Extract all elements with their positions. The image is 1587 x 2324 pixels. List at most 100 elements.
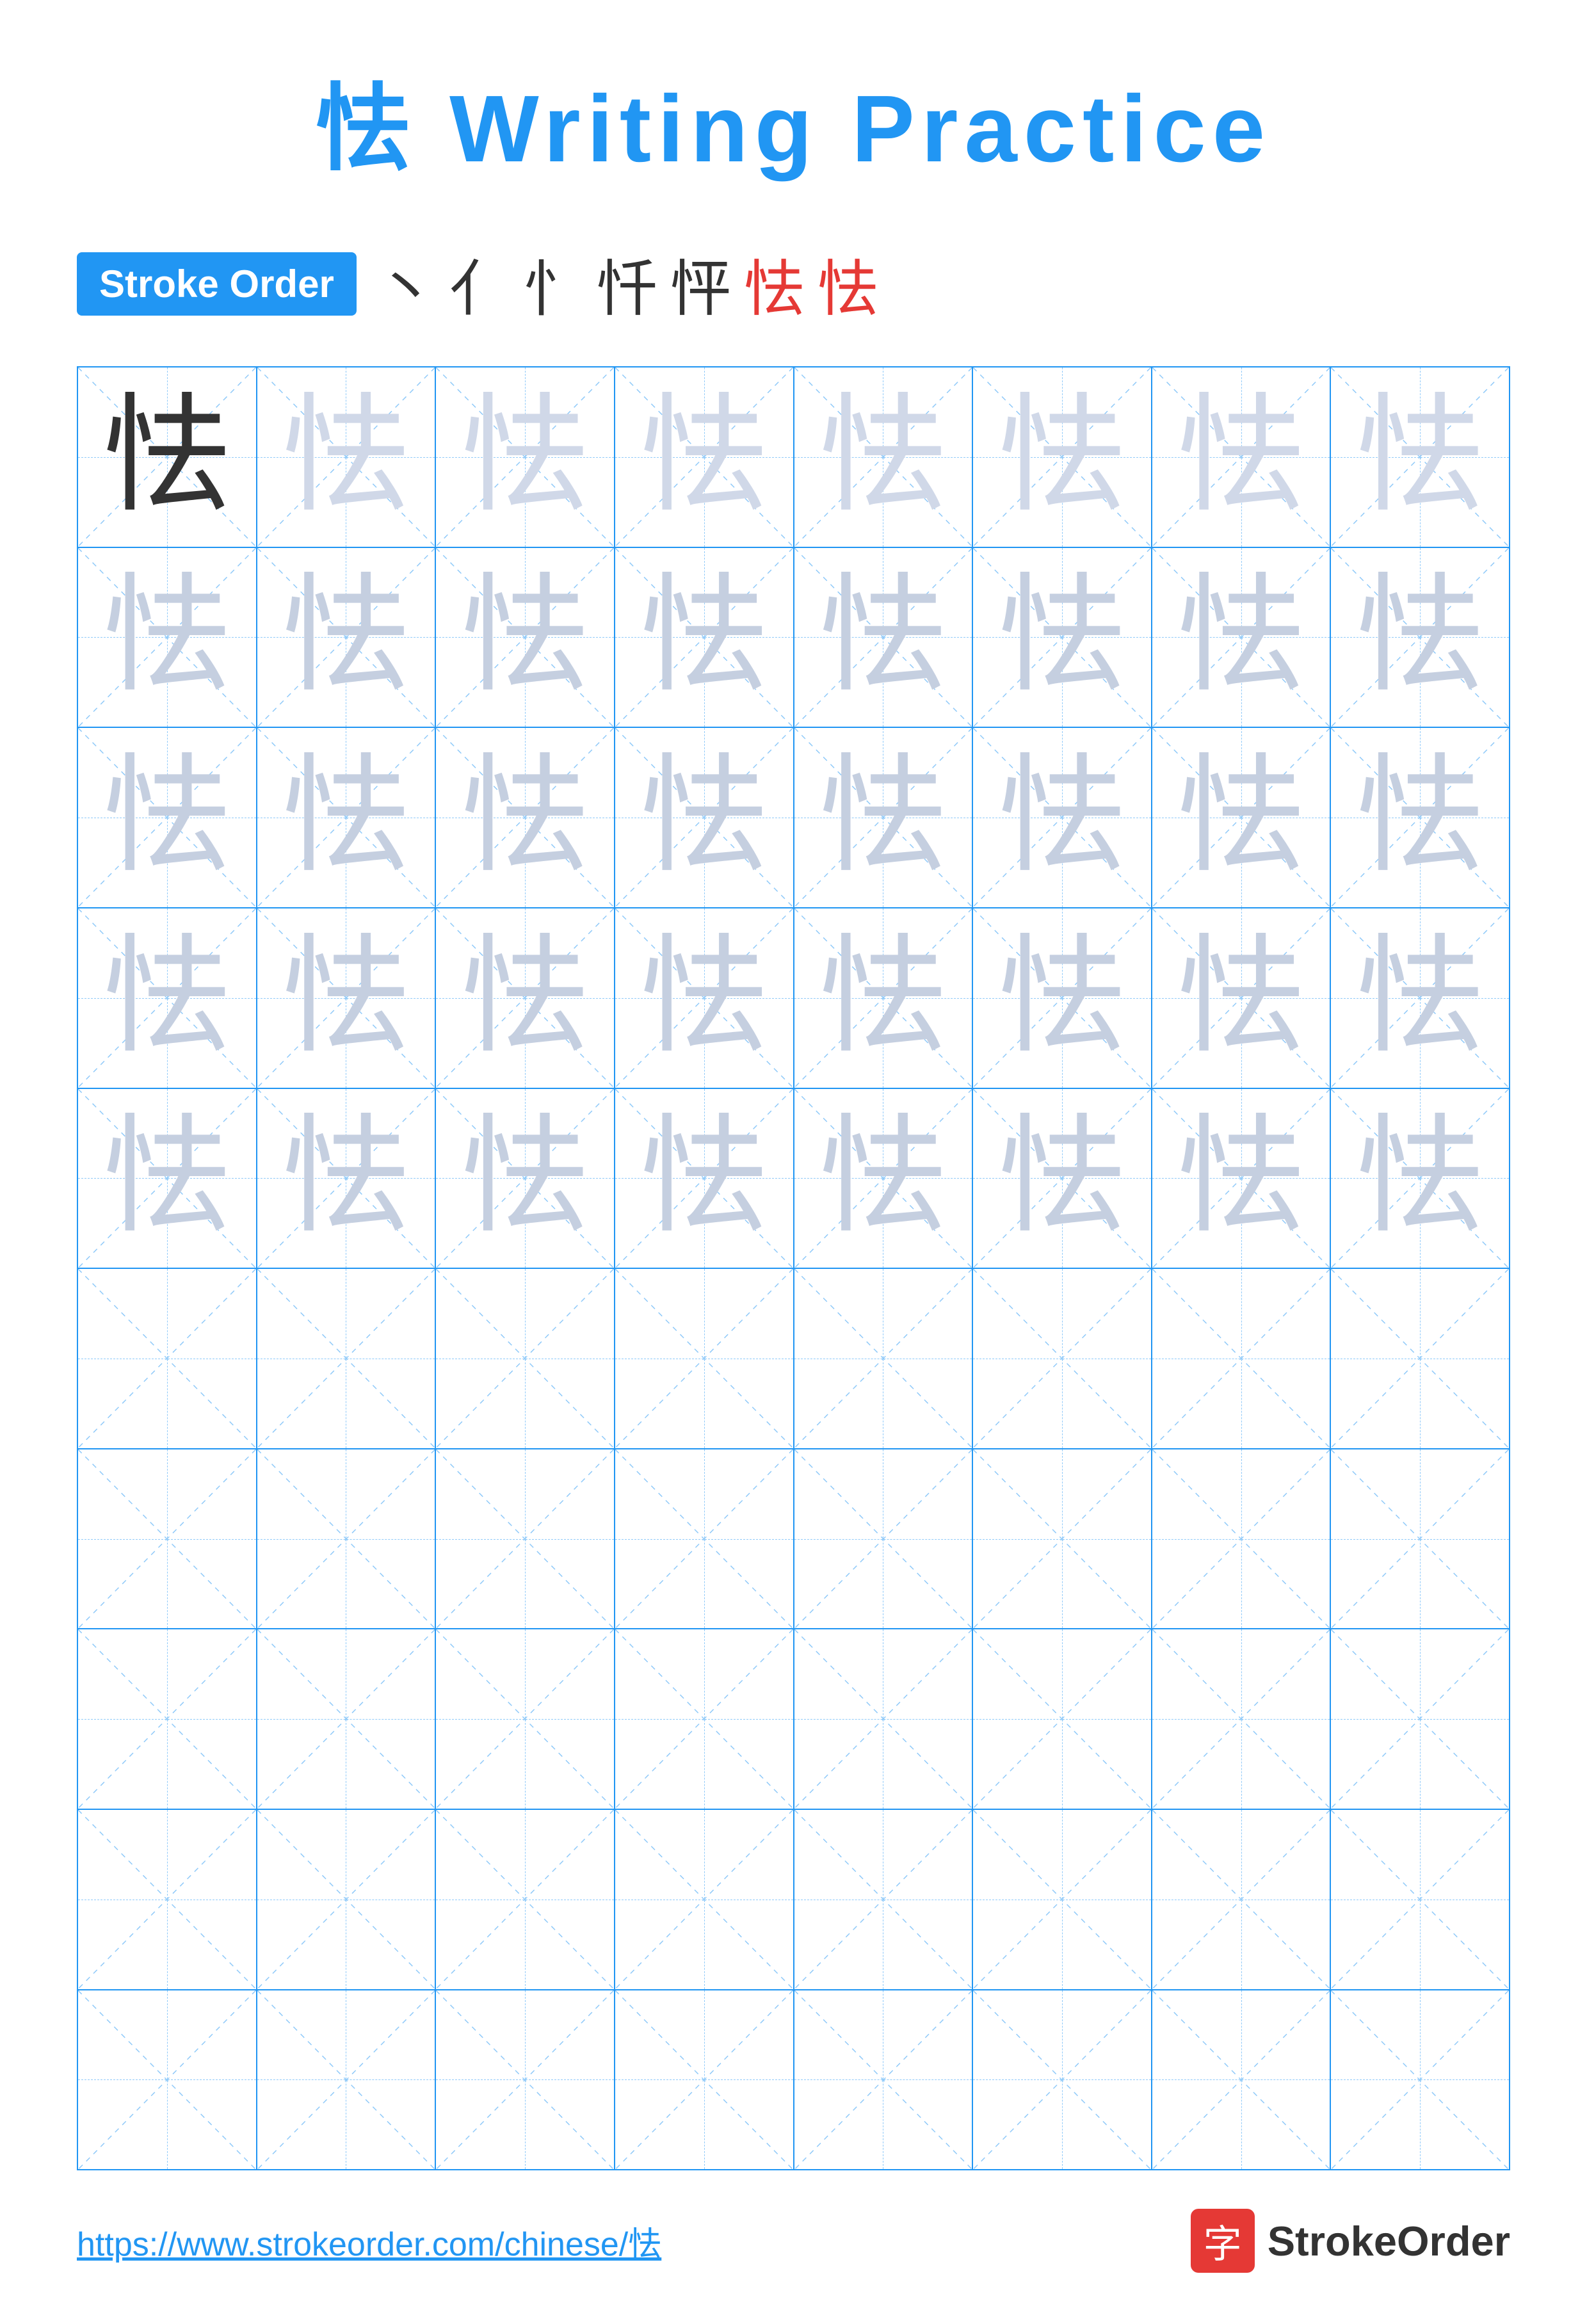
grid-row-10: [78, 1990, 1509, 2170]
page: 怯 Writing Practice Stroke Order 丶 亻 忄 忏 …: [0, 0, 1587, 2324]
grid-cell[interactable]: 怯: [1152, 728, 1332, 907]
grid-cell[interactable]: 怯: [615, 1089, 794, 1268]
footer: https://www.strokeorder.com/chinese/怯 字 …: [77, 2209, 1510, 2273]
grid-cell[interactable]: 怯: [257, 728, 437, 907]
grid-cell[interactable]: 怯: [257, 908, 437, 1088]
grid-cell[interactable]: [436, 1810, 615, 1989]
grid-cell[interactable]: 怯: [794, 548, 974, 727]
grid-cell[interactable]: 怯: [78, 367, 257, 547]
grid-cell[interactable]: 怯: [1152, 367, 1332, 547]
grid-cell[interactable]: [1152, 1269, 1332, 1448]
grid-cell[interactable]: 怯: [257, 548, 437, 727]
grid-cell[interactable]: 怯: [436, 1089, 615, 1268]
grid-cell[interactable]: 怯: [1331, 908, 1509, 1088]
grid-cell[interactable]: [436, 1269, 615, 1448]
grid-cell[interactable]: [973, 1269, 1152, 1448]
grid-cell[interactable]: 怯: [436, 728, 615, 907]
grid-cell[interactable]: [973, 1449, 1152, 1629]
grid-cell[interactable]: [436, 1990, 615, 2170]
grid-cell[interactable]: 怯: [436, 548, 615, 727]
grid-cell[interactable]: [78, 1449, 257, 1629]
grid-cell[interactable]: [436, 1449, 615, 1629]
grid-cell[interactable]: 怯: [973, 367, 1152, 547]
grid-cell[interactable]: 怯: [794, 908, 974, 1088]
grid-cell[interactable]: 怯: [257, 367, 437, 547]
grid-cell[interactable]: 怯: [973, 1089, 1152, 1268]
grid-cell[interactable]: 怯: [1152, 908, 1332, 1088]
grid-cell[interactable]: [615, 1269, 794, 1448]
stroke-2: 亻: [449, 240, 510, 328]
grid-row-7: [78, 1449, 1509, 1630]
grid-cell[interactable]: 怯: [973, 548, 1152, 727]
grid-cell[interactable]: 怯: [1331, 548, 1509, 727]
grid-cell[interactable]: 怯: [1152, 548, 1332, 727]
grid-cell[interactable]: 怯: [1152, 1089, 1332, 1268]
grid-cell[interactable]: [615, 1810, 794, 1989]
grid-cell[interactable]: [615, 1449, 794, 1629]
grid-cell[interactable]: [1152, 1990, 1332, 2170]
grid-cell[interactable]: [257, 1629, 437, 1809]
grid-cell[interactable]: [1331, 1449, 1509, 1629]
grid-cell[interactable]: [436, 1629, 615, 1809]
stroke-6: 怯: [744, 240, 805, 328]
grid-cell[interactable]: 怯: [794, 367, 974, 547]
grid-cell[interactable]: [1152, 1449, 1332, 1629]
grid-cell[interactable]: [794, 1449, 974, 1629]
grid-cell[interactable]: [973, 1990, 1152, 2170]
grid-cell[interactable]: 怯: [78, 1089, 257, 1268]
grid-cell[interactable]: [257, 1449, 437, 1629]
grid-row-4: 怯 怯 怯 怯 怯 怯 怯 怯: [78, 908, 1509, 1089]
stroke-order-badge: Stroke Order: [77, 252, 357, 316]
grid-cell[interactable]: [794, 1629, 974, 1809]
grid-row-1: 怯 怯 怯 怯 怯 怯 怯 怯: [78, 367, 1509, 548]
grid-row-9: [78, 1810, 1509, 1990]
grid-cell[interactable]: [615, 1990, 794, 2170]
grid-cell[interactable]: [78, 1990, 257, 2170]
stroke-1: 丶: [376, 240, 437, 328]
grid-cell[interactable]: 怯: [1331, 1089, 1509, 1268]
grid-cell[interactable]: [973, 1810, 1152, 1989]
grid-cell[interactable]: 怯: [615, 908, 794, 1088]
grid-cell[interactable]: 怯: [78, 548, 257, 727]
grid-cell[interactable]: 怯: [1331, 728, 1509, 907]
grid-cell[interactable]: [78, 1810, 257, 1989]
footer-url[interactable]: https://www.strokeorder.com/chinese/怯: [77, 2217, 661, 2265]
stroke-4: 忏: [597, 240, 657, 328]
page-title: 怯 Writing Practice: [316, 51, 1271, 189]
grid-cell[interactable]: [257, 1990, 437, 2170]
grid-cell[interactable]: [1331, 1990, 1509, 2170]
grid-row-3: 怯 怯 怯 怯 怯 怯 怯 怯: [78, 728, 1509, 908]
grid-row-8: [78, 1629, 1509, 1810]
grid-cell[interactable]: [794, 1269, 974, 1448]
practice-grid: 怯 怯 怯 怯 怯 怯 怯 怯 怯 怯 怯 怯 怯 怯 怯 怯 怯 怯 怯 怯 …: [77, 366, 1510, 2170]
grid-cell[interactable]: 怯: [78, 908, 257, 1088]
grid-cell[interactable]: [1152, 1629, 1332, 1809]
grid-cell[interactable]: 怯: [794, 1089, 974, 1268]
grid-cell[interactable]: [1331, 1810, 1509, 1989]
grid-cell[interactable]: 怯: [1331, 367, 1509, 547]
grid-cell[interactable]: [1152, 1810, 1332, 1989]
grid-cell[interactable]: 怯: [257, 1089, 437, 1268]
grid-cell[interactable]: 怯: [436, 908, 615, 1088]
grid-row-2: 怯 怯 怯 怯 怯 怯 怯 怯: [78, 548, 1509, 729]
grid-cell[interactable]: 怯: [973, 908, 1152, 1088]
brand-name: StrokeOrder: [1268, 2217, 1510, 2265]
grid-cell[interactable]: [973, 1629, 1152, 1809]
grid-cell[interactable]: [257, 1810, 437, 1989]
grid-cell[interactable]: [78, 1629, 257, 1809]
grid-cell[interactable]: 怯: [436, 367, 615, 547]
grid-cell[interactable]: 怯: [973, 728, 1152, 907]
grid-cell[interactable]: [794, 1810, 974, 1989]
grid-cell[interactable]: [1331, 1269, 1509, 1448]
grid-cell[interactable]: 怯: [794, 728, 974, 907]
grid-cell[interactable]: 怯: [615, 367, 794, 547]
grid-cell[interactable]: 怯: [615, 548, 794, 727]
grid-cell[interactable]: [794, 1990, 974, 2170]
grid-cell[interactable]: [615, 1629, 794, 1809]
grid-cell[interactable]: [1331, 1629, 1509, 1809]
grid-cell[interactable]: 怯: [615, 728, 794, 907]
grid-cell[interactable]: [257, 1269, 437, 1448]
grid-cell[interactable]: [78, 1269, 257, 1448]
brand-icon: 字: [1191, 2209, 1255, 2273]
grid-cell[interactable]: 怯: [78, 728, 257, 907]
